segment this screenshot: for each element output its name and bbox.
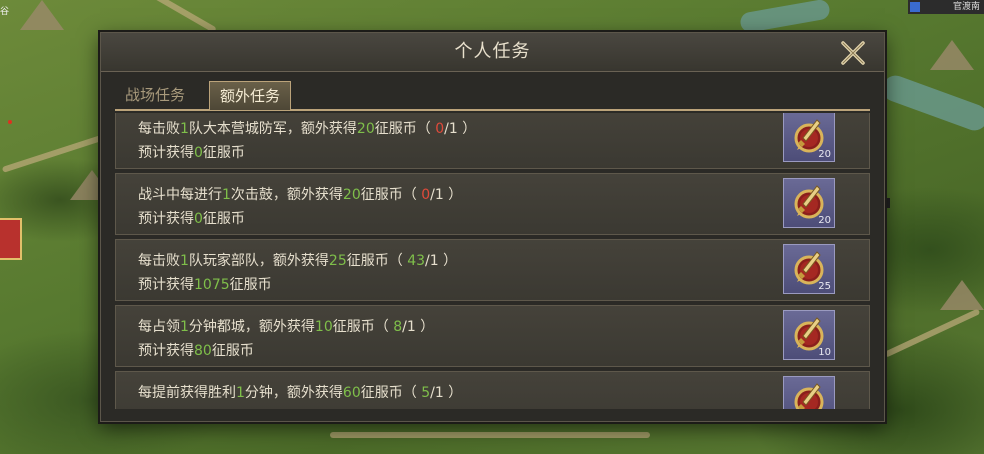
task-text-segment: 1 (236, 385, 245, 401)
army-unit-card[interactable] (0, 218, 22, 260)
reward-count: 10 (818, 347, 831, 358)
personal-tasks-dialog: 个人任务 战场任务 额外任务 每击败1队大本营城防军，额外获得20征服币（ 0/… (100, 32, 885, 422)
map-city-tag[interactable]: 官渡南 (908, 0, 984, 14)
task-text-segment: /1 ） (430, 385, 463, 401)
task-text-segment: 1 (180, 121, 189, 137)
task-text-segment: 队大本营城防军，额外获得 (188, 121, 357, 137)
reward-item[interactable]: 25 (783, 244, 835, 294)
task-text-segment: 1 (180, 253, 189, 269)
task-text-segment: 预计获得 (138, 343, 194, 359)
task-text-segment: 43 (407, 253, 426, 269)
task-description: 每提前获得胜利1分钟，额外获得60征服币（ 5/1 ） (138, 382, 462, 402)
river (738, 0, 832, 34)
task-row: 每占领1分钟都城，额外获得10征服币（ 8/1 ） 预计获得80征服币 10 (115, 305, 870, 367)
task-description: 每击败1队大本营城防军，额外获得20征服币（ 0/1 ） (138, 118, 476, 138)
map-city-label: 谷 (0, 7, 10, 17)
task-text-segment: 次击鼓，额外获得 (230, 187, 343, 203)
task-text-segment: 5 (421, 385, 431, 401)
task-text-segment: 20 (342, 187, 361, 203)
road (1, 133, 109, 173)
task-row: 每提前获得胜利1分钟，额外获得60征服币（ 5/1 ） (115, 371, 870, 409)
faction-flag-icon (910, 2, 920, 12)
task-text-segment: 25 (328, 253, 347, 269)
reward-count: 20 (818, 215, 831, 226)
task-text-segment: 征服币 (211, 343, 254, 359)
task-text-segment: /1 ） (430, 187, 463, 203)
task-text-segment: 0 (194, 145, 203, 161)
task-text-segment: 每提前获得胜利 (138, 385, 236, 401)
task-row: 战斗中每进行1次击鼓，额外获得20征服币（ 0/1 ） 预计获得0征服币 20 (115, 173, 870, 235)
task-estimate: 预计获得1075征服币 (138, 274, 272, 294)
task-text-segment: /1 ） (444, 121, 477, 137)
task-text-segment: 战斗中每进行 (138, 187, 222, 203)
task-text-segment: 队玩家部队，额外获得 (188, 253, 329, 269)
task-description: 每击败1队玩家部队，额外获得25征服币（ 43/1 ） (138, 250, 457, 270)
task-text-segment: 征服币 (229, 277, 272, 293)
task-text-segment: 征服币（ (374, 121, 436, 137)
task-text-segment: 60 (342, 385, 361, 401)
task-text-segment: 征服币 (202, 145, 245, 161)
task-text-segment: 8 (393, 319, 403, 335)
mountain (940, 280, 984, 310)
task-text-segment: 0 (435, 121, 445, 137)
task-text-segment: 1075 (194, 277, 230, 293)
task-text-segment: 每占领 (138, 319, 180, 335)
task-text-segment: 0 (421, 187, 431, 203)
task-description: 每占领1分钟都城，额外获得10征服币（ 8/1 ） (138, 316, 434, 336)
task-text-segment: 预计获得 (138, 211, 194, 227)
task-row: 每击败1队大本营城防军，额外获得20征服币（ 0/1 ） 预计获得0征服币 20 (115, 113, 870, 169)
task-text-segment: 征服币（ (332, 319, 394, 335)
task-text-segment: 每击败 (138, 253, 180, 269)
task-estimate: 预计获得0征服币 (138, 208, 245, 228)
task-row: 每击败1队玩家部队，额外获得25征服币（ 43/1 ） 预计获得1075征服币 … (115, 239, 870, 301)
road (883, 308, 981, 358)
tab-battlefield-tasks[interactable]: 战场任务 (115, 81, 195, 109)
road (330, 432, 650, 438)
river (878, 71, 984, 135)
task-estimate: 预计获得80征服币 (138, 340, 254, 360)
reward-count: 20 (818, 149, 831, 160)
task-estimate: 预计获得0征服币 (138, 142, 245, 162)
close-button[interactable] (839, 39, 867, 67)
road (153, 0, 217, 34)
task-text-segment: 分钟都城，额外获得 (188, 319, 315, 335)
task-description: 战斗中每进行1次击鼓，额外获得20征服币（ 0/1 ） (138, 184, 462, 204)
tab-extra-tasks[interactable]: 额外任务 (209, 81, 292, 110)
task-text-segment: /1 ） (425, 253, 458, 269)
reward-item[interactable]: 10 (783, 310, 835, 360)
task-text-segment: 0 (194, 211, 203, 227)
task-text-segment: 20 (356, 121, 375, 137)
task-text-segment: 征服币 (202, 211, 245, 227)
mountain (20, 0, 64, 30)
reward-item[interactable] (783, 376, 835, 409)
map-marker[interactable] (8, 120, 12, 124)
task-tabs: 战场任务 额外任务 (115, 79, 870, 111)
close-x-icon (841, 41, 865, 65)
task-text-segment: 1 (222, 187, 231, 203)
task-text-segment: 每击败 (138, 121, 180, 137)
dialog-title: 个人任务 (454, 41, 531, 62)
task-text-segment: 10 (314, 319, 333, 335)
task-text-segment: 预计获得 (138, 145, 194, 161)
map-city-label: 官渡南 (952, 2, 980, 12)
task-text-segment: 分钟，额外获得 (244, 385, 343, 401)
reward-count: 25 (818, 281, 831, 292)
task-text-segment: 80 (194, 343, 212, 359)
reward-item[interactable]: 20 (783, 178, 835, 228)
task-text-segment: /1 ） (402, 319, 435, 335)
task-text-segment: 1 (180, 319, 189, 335)
mountain (930, 40, 974, 70)
task-text-segment: 预计获得 (138, 277, 194, 293)
reward-item[interactable]: 20 (783, 113, 835, 162)
task-list[interactable]: 每击败1队大本营城防军，额外获得20征服币（ 0/1 ） 预计获得0征服币 20… (115, 113, 870, 409)
task-text-segment: 征服币（ (360, 385, 422, 401)
task-text-segment: 征服币（ (346, 253, 408, 269)
task-text-segment: 征服币（ (360, 187, 422, 203)
